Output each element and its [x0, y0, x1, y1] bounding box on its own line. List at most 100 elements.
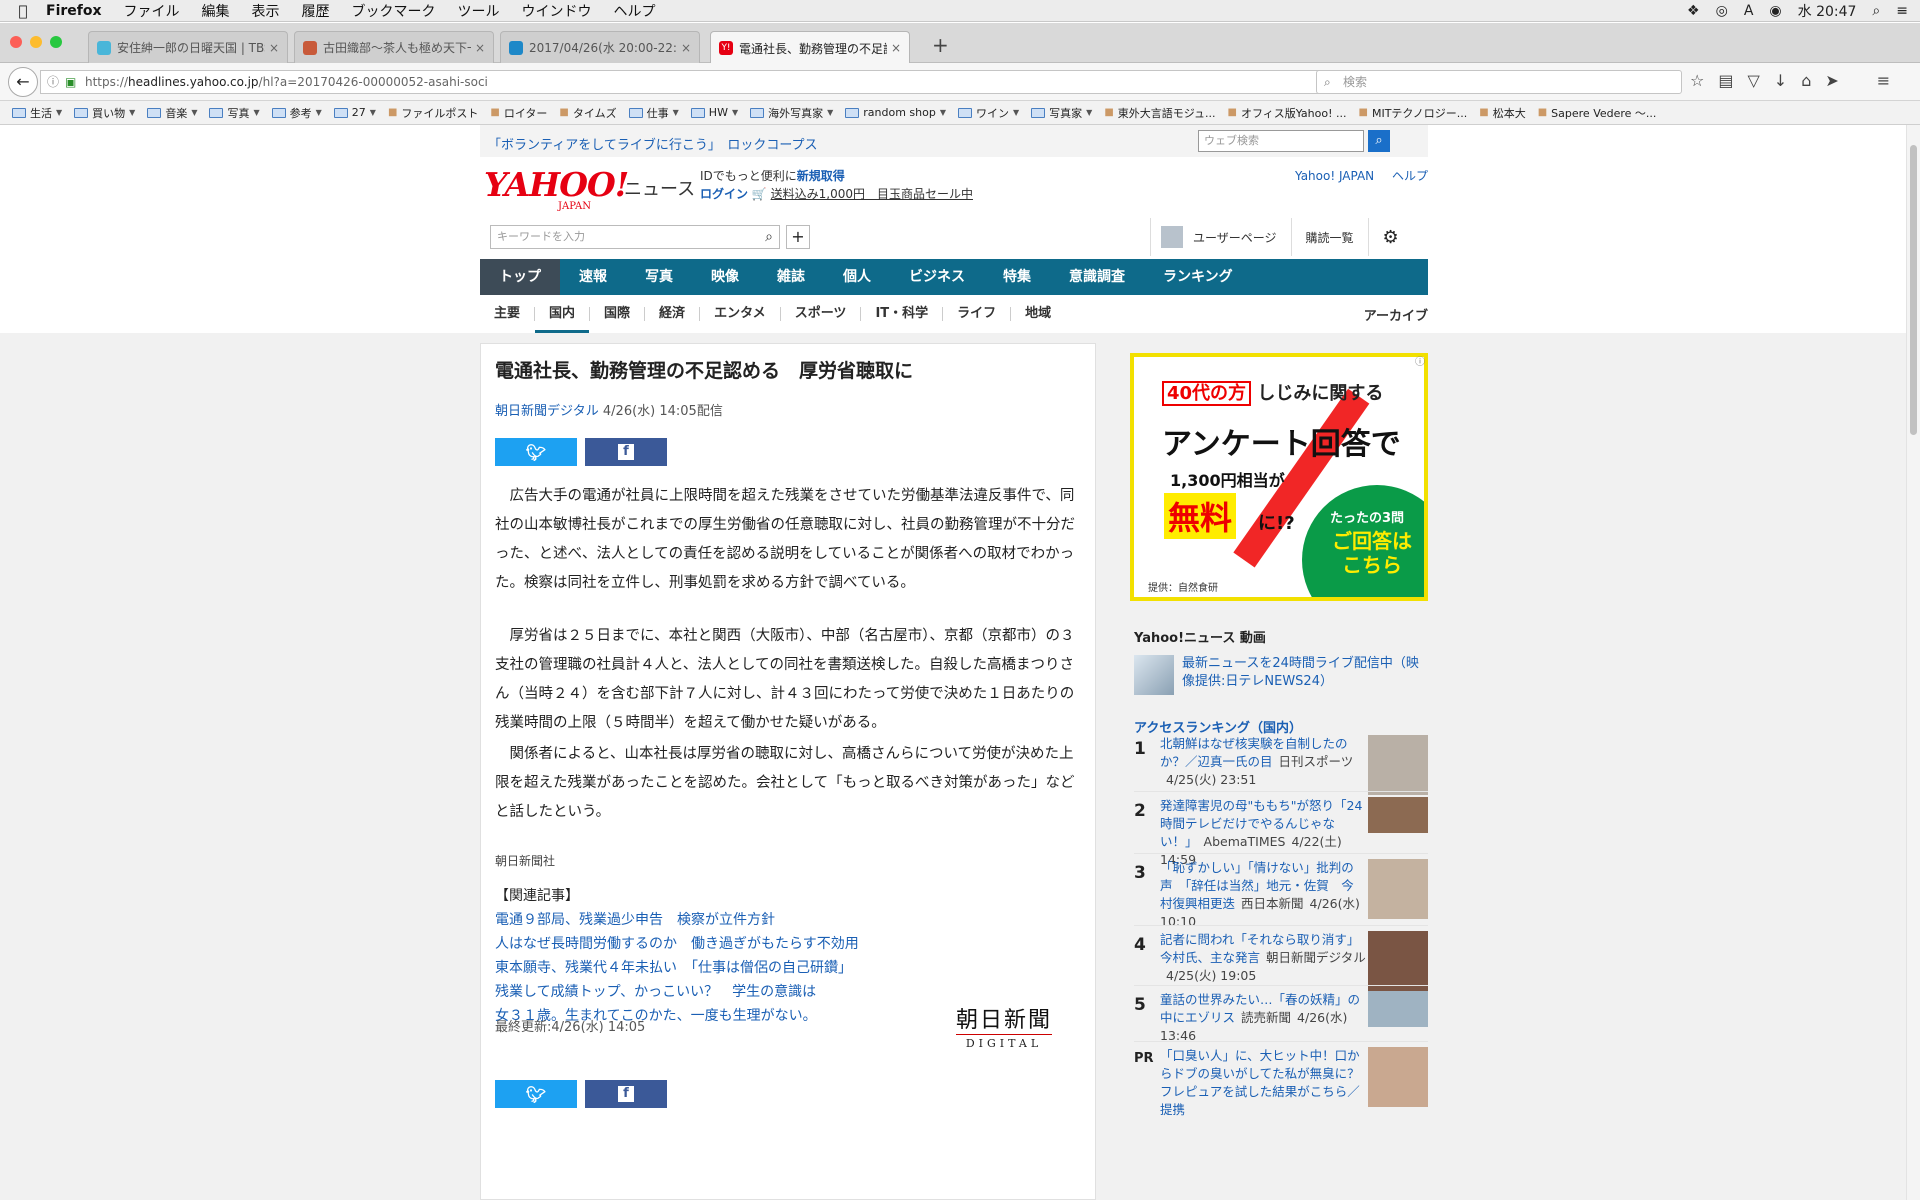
browser-search-box[interactable]: ⌕ 検索 — [1316, 70, 1682, 94]
category-tab[interactable]: 経済 — [645, 295, 699, 333]
menu-window[interactable]: ウインドウ — [522, 1, 592, 21]
ranking-thumbnail[interactable] — [1368, 991, 1428, 1027]
menu-history[interactable]: 履歴 — [302, 1, 330, 21]
main-nav-item[interactable]: トップ — [480, 259, 560, 295]
url-bar[interactable]: ⓘ ▣ https://headlines.yahoo.co.jp/hl?a=2… — [40, 70, 1338, 94]
bookmark-item[interactable]: ■ MITテクノロジー... — [1359, 105, 1468, 121]
notification-center-icon[interactable]: ≡ — [1896, 3, 1908, 19]
video-thumbnail[interactable] — [1134, 655, 1174, 695]
page-info-icon[interactable]: ⓘ — [47, 71, 59, 93]
bookmark-item[interactable]: 買い物 ▼ — [74, 105, 135, 121]
bookmark-item[interactable]: 27 ▼ — [333, 106, 376, 119]
web-search-input[interactable]: ウェブ検索 — [1198, 130, 1364, 152]
related-article-link[interactable]: 電通９部局、残業過少申告 検察が立件方針 — [495, 908, 859, 932]
menu-file[interactable]: ファイル — [124, 1, 180, 21]
archive-link[interactable]: アーカイブ — [1364, 305, 1428, 324]
browser-tab[interactable]: 古田織部〜茶人も極め天下一の × — [294, 31, 494, 63]
clock[interactable]: 水 20:47 — [1798, 1, 1857, 21]
hamburger-menu-icon[interactable]: ≡ — [1877, 71, 1890, 90]
main-nav-item[interactable]: 雑誌 — [758, 259, 824, 295]
bookmark-item[interactable]: ■ 東外大言語モジュ... — [1104, 105, 1215, 121]
browser-tab[interactable]: 2017/04/26(水 20:00-22:00 × — [500, 31, 700, 63]
bookmark-item[interactable]: HW ▼ — [690, 106, 738, 119]
volume-icon[interactable]: ◉ — [1769, 3, 1781, 19]
browser-tab[interactable]: 安住紳一郎の日曜天国 | TBSラ × — [88, 31, 288, 63]
category-tab[interactable]: スポーツ — [781, 295, 861, 333]
page-scrollbar[interactable] — [1906, 125, 1920, 1200]
category-tab[interactable]: ライフ — [943, 295, 1010, 333]
ranking-thumbnail[interactable] — [1368, 797, 1428, 833]
keyword-input[interactable]: キーワードを入力 ⌕ — [490, 225, 780, 249]
facebook-share-button[interactable]: f — [585, 1080, 667, 1108]
ranking-thumbnail[interactable] — [1368, 859, 1428, 919]
back-button[interactable]: ← — [8, 67, 38, 97]
bookmark-star-icon[interactable]: ☆ — [1690, 71, 1704, 90]
wifi-icon[interactable]: ◎ — [1716, 3, 1728, 19]
bookmark-item[interactable]: 仕事 ▼ — [628, 105, 679, 121]
bookmark-item[interactable]: 海外写真家 ▼ — [750, 105, 833, 121]
yahoo-news-logo[interactable]: YAHOO! JAPAN ニュース — [484, 165, 695, 212]
close-tab-icon[interactable]: × — [475, 41, 485, 55]
twitter-share-button[interactable]: 🐦︎ — [495, 1080, 577, 1108]
input-method-icon[interactable]: A — [1744, 3, 1754, 19]
scrollbar-thumb[interactable] — [1910, 145, 1917, 435]
twitter-share-button[interactable]: 🐦︎ — [495, 438, 577, 466]
ranking-link[interactable]: 「口臭い人」に、大ヒット中！口からドブの臭いがしてた私が無臭に？フレピュアを試し… — [1160, 1048, 1360, 1117]
main-nav-item[interactable]: 特集 — [984, 259, 1050, 295]
bookmark-item[interactable]: ■ 松本大 — [1479, 105, 1525, 121]
main-nav-item[interactable]: ランキング — [1144, 259, 1252, 295]
related-article-link[interactable]: 東本願寺、残業代４年未払い 「仕事は僧侶の自己研鑽」 — [495, 956, 859, 980]
main-nav-item[interactable]: 意識調査 — [1050, 259, 1144, 295]
bookmark-item[interactable]: 生活 ▼ — [12, 105, 62, 121]
spotlight-search-icon[interactable]: ⌕ — [1872, 3, 1880, 19]
browser-tab-active[interactable]: Y! 電通社長、勤務管理の不足認め × — [710, 31, 910, 64]
close-tab-icon[interactable]: × — [269, 41, 279, 55]
bookmark-item[interactable]: ■ ファイルポスト — [388, 105, 478, 121]
bookmark-item[interactable]: ■ オフィス版Yahoo! ... — [1228, 105, 1347, 121]
related-article-link[interactable]: 残業して成績トップ、かっこいい？ 学生の意識は — [495, 980, 859, 1004]
bookmark-item[interactable]: ■ タイムズ — [559, 105, 616, 121]
close-tab-icon[interactable]: × — [681, 41, 691, 55]
bookmark-item[interactable]: random shop ▼ — [845, 106, 946, 119]
new-tab-button[interactable]: + — [932, 33, 949, 57]
bookmark-item[interactable]: 音楽 ▼ — [147, 105, 197, 121]
shop-link[interactable]: 送料込み1,000円 目玉商品セール中 — [771, 187, 973, 201]
bookmark-item[interactable]: 写真 ▼ — [209, 105, 260, 121]
menu-firefox[interactable]: Firefox — [46, 3, 102, 19]
category-tab[interactable]: 主要 — [480, 295, 534, 333]
main-nav-item[interactable]: 個人 — [824, 259, 890, 295]
category-tab[interactable]: 国際 — [590, 295, 644, 333]
menu-tools[interactable]: ツール — [458, 1, 500, 21]
article-source-link[interactable]: 朝日新聞デジタル — [495, 404, 599, 419]
ranking-thumbnail[interactable] — [1368, 735, 1428, 795]
apple-menu-icon[interactable]:  — [0, 2, 46, 20]
bookmark-item[interactable]: 参考 ▼ — [271, 105, 322, 121]
bookmark-item[interactable]: ■ ロイター — [490, 105, 547, 121]
main-nav-item[interactable]: 速報 — [560, 259, 626, 295]
ad-info-icon[interactable]: ⓘ — [1415, 353, 1425, 368]
menu-edit[interactable]: 編集 — [202, 1, 230, 21]
download-icon[interactable]: ↓ — [1774, 71, 1787, 90]
bookmark-item[interactable]: ■ Sapere Vedere 〜... — [1538, 105, 1657, 121]
menu-help[interactable]: ヘルプ — [614, 1, 656, 21]
category-tab[interactable]: エンタメ — [700, 295, 780, 333]
ranking-thumbnail[interactable] — [1368, 1047, 1428, 1107]
close-tab-icon[interactable]: × — [891, 41, 901, 55]
minimize-window-icon[interactable] — [30, 36, 42, 48]
category-tab[interactable]: 国内 — [535, 295, 590, 333]
pocket-icon[interactable]: ▽ — [1747, 71, 1759, 90]
menu-bookmarks[interactable]: ブックマーク — [352, 1, 436, 21]
web-search-button[interactable]: ⌕ — [1368, 130, 1390, 152]
yahoo-japan-link[interactable]: Yahoo! JAPAN — [1295, 169, 1374, 183]
reader-view-icon[interactable]: ▤ — [1718, 71, 1733, 90]
category-tab[interactable]: IT・科学 — [861, 295, 942, 333]
related-article-link[interactable]: 人はなぜ長時間労働するのか 働き過ぎがもたらす不効用 — [495, 932, 859, 956]
gear-icon[interactable]: ⚙ — [1383, 227, 1399, 248]
close-window-icon[interactable] — [10, 36, 22, 48]
main-nav-item[interactable]: 写真 — [626, 259, 692, 295]
ranking-thumbnail[interactable] — [1368, 931, 1428, 991]
avatar[interactable] — [1161, 226, 1183, 248]
zoom-window-icon[interactable] — [50, 36, 62, 48]
main-nav-item[interactable]: ビジネス — [890, 259, 984, 295]
facebook-share-button[interactable]: f — [585, 438, 667, 466]
